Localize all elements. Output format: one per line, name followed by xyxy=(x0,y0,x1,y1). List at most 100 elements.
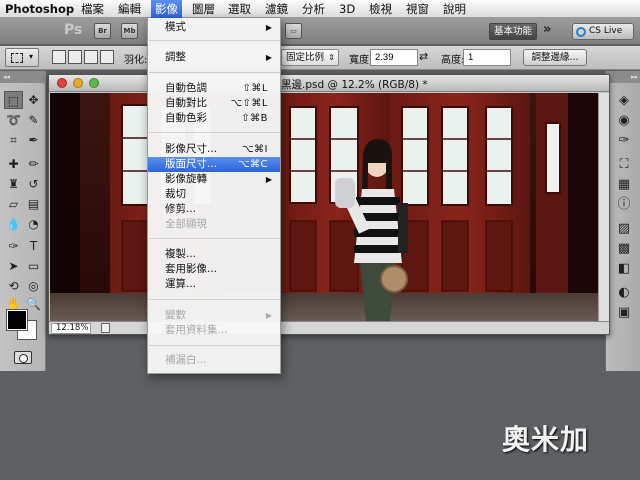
masks-panel-icon[interactable]: ▣ xyxy=(616,305,632,321)
refine-edge-button[interactable]: 調整邊緣... xyxy=(523,49,587,66)
menu-view[interactable]: 檢視 xyxy=(369,0,392,18)
menu-filter[interactable]: 濾鏡 xyxy=(265,0,288,18)
menu-file[interactable]: 檔案 xyxy=(81,0,104,18)
foreground-color-swatch[interactable] xyxy=(6,309,28,331)
menu-item-label: 補漏白... xyxy=(165,354,207,366)
menu-item-apply-data-set: 套用資料集... xyxy=(148,323,280,338)
document-titlebar[interactable]: 黑邊.psd @ 12.2% (RGB/8) * xyxy=(49,75,609,92)
screen-mode-button[interactable]: ▭ xyxy=(285,23,302,39)
style-select-value: 固定比例 xyxy=(286,52,325,63)
spot-healing-tool-icon[interactable]: ✚ xyxy=(4,155,23,173)
mini-bridge-button[interactable]: Mb xyxy=(121,23,138,39)
adjustments-panel-icon[interactable]: ◐ xyxy=(616,285,632,301)
type-tool-icon[interactable]: T xyxy=(24,237,43,255)
eraser-tool-icon[interactable]: ▱ xyxy=(4,195,23,213)
color-panel-icon[interactable]: ▨ xyxy=(616,221,632,237)
cs-live-label: CS Live xyxy=(589,26,623,36)
swatches-panel-icon[interactable]: ▩ xyxy=(616,241,632,257)
menu-item-label: 模式 xyxy=(165,21,186,33)
tool-preset-picker[interactable]: ▾ xyxy=(5,48,39,67)
style-select[interactable]: 固定比例 ⇕ xyxy=(281,49,339,66)
styles-panel-icon[interactable]: ◧ xyxy=(616,261,632,277)
menu-item-adjustments[interactable]: 調整 ▶ xyxy=(148,50,280,65)
workspace-button[interactable]: 基本功能 xyxy=(489,23,537,40)
clone-stamp-tool-icon[interactable]: ♜ xyxy=(4,175,23,193)
tools-panel-grip[interactable]: ◂◂ xyxy=(0,71,46,83)
menu-item-auto-tone[interactable]: 自動色調 ⇧⌘L xyxy=(148,81,280,96)
3d-rotate-tool-icon[interactable]: ⟲ xyxy=(4,277,23,295)
cs-live-button[interactable]: CS Live xyxy=(572,23,634,40)
swap-dimensions-icon[interactable]: ⇄ xyxy=(419,50,428,63)
menu-item-calculations[interactable]: 運算... xyxy=(148,277,280,292)
menu-3d[interactable]: 3D xyxy=(339,0,355,18)
width-field[interactable] xyxy=(370,49,418,66)
menu-help[interactable]: 說明 xyxy=(443,0,466,18)
menu-item-image-rotation[interactable]: 影像旋轉 ▶ xyxy=(148,172,280,187)
layers-panel-icon[interactable]: ◈ xyxy=(616,93,632,109)
menu-item-image-size[interactable]: 影像尺寸... ⌥⌘I xyxy=(148,142,280,157)
photo-girl-red-doors xyxy=(50,93,598,321)
bridge-button[interactable]: Br xyxy=(94,23,111,39)
add-selection-icon[interactable] xyxy=(68,50,82,64)
quick-mask-icon[interactable] xyxy=(14,351,32,364)
channels-panel-icon[interactable]: ◉ xyxy=(616,113,632,129)
navigator-panel-icon[interactable]: ⛶ xyxy=(616,157,632,173)
menu-item-auto-color[interactable]: 自動色彩 ⇧⌘B xyxy=(148,111,280,126)
histogram-panel-icon[interactable]: ▦ xyxy=(616,177,632,193)
paths-panel-icon[interactable]: ✑ xyxy=(616,133,632,149)
eyedropper-tool-icon[interactable]: ✒ xyxy=(24,131,43,149)
menu-select[interactable]: 選取 xyxy=(228,0,251,18)
blur-tool-icon[interactable]: 💧 xyxy=(4,215,23,233)
3d-orbit-tool-icon[interactable]: ◎ xyxy=(24,277,43,295)
zoom-level-field[interactable]: 12.18% xyxy=(51,323,91,334)
history-brush-tool-icon[interactable]: ↺ xyxy=(24,175,43,193)
shape-tool-icon[interactable]: ▭ xyxy=(24,257,43,275)
vertical-scrollbar[interactable] xyxy=(598,93,609,321)
menu-item-trim[interactable]: 修剪... xyxy=(148,202,280,217)
rectangular-marquee-icon xyxy=(11,53,23,63)
menu-edit[interactable]: 編輯 xyxy=(118,0,141,18)
document-info-icon[interactable] xyxy=(101,323,110,333)
pen-tool-icon[interactable]: ✑ xyxy=(4,237,23,255)
quick-selection-tool-icon[interactable]: ✎ xyxy=(24,111,43,129)
menu-image[interactable]: 影像 xyxy=(151,0,182,18)
info-panel-icon[interactable]: ⓘ xyxy=(616,197,632,213)
path-selection-tool-icon[interactable]: ➤ xyxy=(4,257,23,275)
menu-item-auto-contrast[interactable]: 自動對比 ⌥⇧⌘L xyxy=(148,96,280,111)
document-status-bar: 12.18% xyxy=(49,321,609,334)
panel-dock-grip[interactable]: ▸▸ xyxy=(606,71,640,83)
height-field[interactable] xyxy=(463,49,511,66)
menu-analysis[interactable]: 分析 xyxy=(302,0,325,18)
menu-item-label: 影像旋轉 xyxy=(165,173,207,185)
new-selection-icon[interactable] xyxy=(52,50,66,64)
menu-item-mode[interactable]: 模式 ▶ xyxy=(148,20,280,35)
menu-item-label: 修剪... xyxy=(165,203,197,215)
workspace-more-chevron-icon[interactable]: » xyxy=(543,22,551,37)
zoom-window-icon[interactable] xyxy=(89,78,99,88)
minimize-window-icon[interactable] xyxy=(73,78,83,88)
intersect-selection-icon[interactable] xyxy=(100,50,114,64)
menu-item-apply-image[interactable]: 套用影像... xyxy=(148,262,280,277)
lasso-tool-icon[interactable]: ➰ xyxy=(4,111,23,129)
close-window-icon[interactable] xyxy=(57,78,67,88)
crop-tool-icon[interactable]: ⌗ xyxy=(4,131,23,149)
image-canvas[interactable] xyxy=(50,93,598,321)
menu-item-duplicate[interactable]: 複製... xyxy=(148,247,280,262)
menu-item-trap: 補漏白... xyxy=(148,353,280,368)
subtract-selection-icon[interactable] xyxy=(84,50,98,64)
menu-item-crop[interactable]: 裁切 xyxy=(148,187,280,202)
menu-layer[interactable]: 圖層 xyxy=(192,0,215,18)
menu-item-canvas-size[interactable]: 版面尺寸... ⌥⌘C xyxy=(148,157,280,172)
menu-item-label: 變數 xyxy=(165,309,186,321)
gradient-tool-icon[interactable]: ▤ xyxy=(24,195,43,213)
menu-item-label: 版面尺寸... xyxy=(165,158,218,170)
height-label: 高度: xyxy=(441,55,465,66)
brush-tool-icon[interactable]: ✏ xyxy=(24,155,43,173)
move-tool-icon[interactable]: ✥ xyxy=(24,91,43,109)
menu-item-shortcut: ⌥⇧⌘L xyxy=(230,98,268,109)
menu-window[interactable]: 視窗 xyxy=(406,0,429,18)
app-menu[interactable]: Photoshop xyxy=(5,0,74,18)
feather-label: 羽化: xyxy=(124,55,148,66)
dodge-tool-icon[interactable]: ◔ xyxy=(24,215,43,233)
rectangular-marquee-tool-icon[interactable]: ⬚ xyxy=(4,91,23,109)
